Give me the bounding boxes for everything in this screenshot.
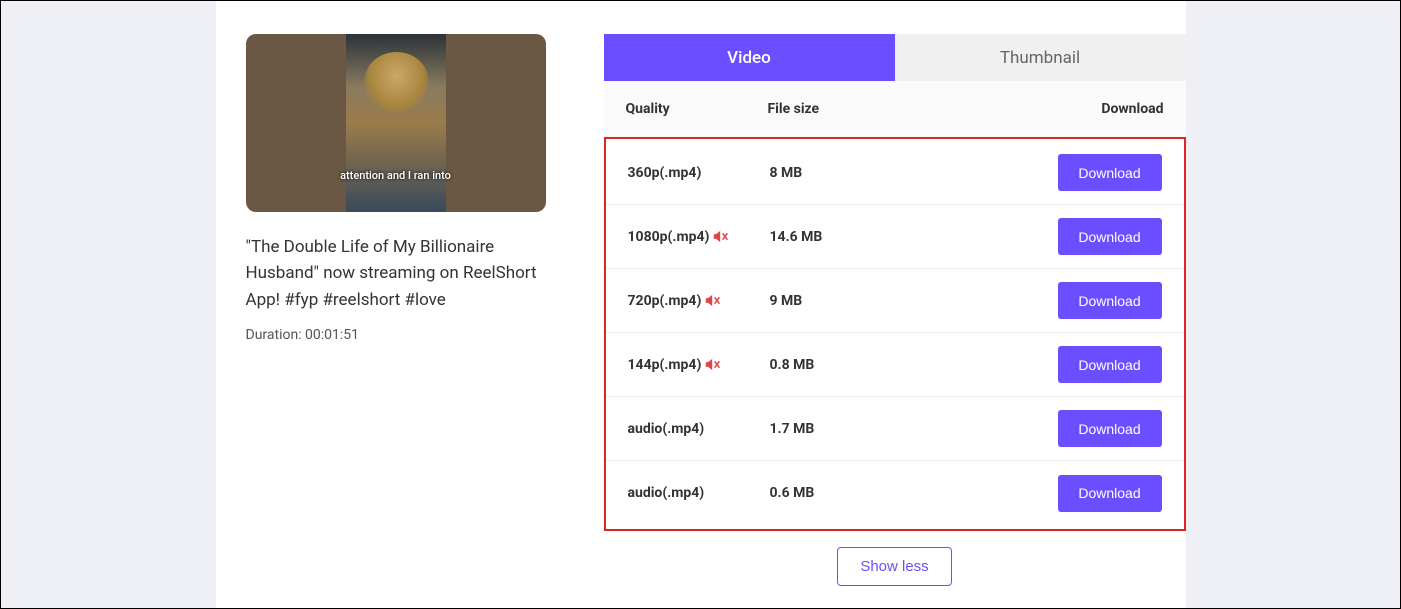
row-quality: 720p(.mp4): [628, 293, 770, 309]
row-quality: audio(.mp4): [628, 485, 770, 501]
header-quality: Quality: [626, 101, 768, 117]
row-size: 8 MB: [770, 165, 1052, 181]
download-button[interactable]: Download: [1058, 282, 1162, 319]
row-quality: 360p(.mp4): [628, 165, 770, 181]
row-quality: 1080p(.mp4): [628, 229, 770, 245]
row-download-cell: Download: [1052, 346, 1162, 383]
download-button[interactable]: Download: [1058, 154, 1162, 191]
table-row: 1080p(.mp4) 14.6 MB Download: [606, 205, 1184, 269]
row-quality: 144p(.mp4): [628, 357, 770, 373]
row-size: 9 MB: [770, 293, 1052, 309]
content-panel: attention and I ran into "The Double Lif…: [216, 1, 1186, 608]
left-column: attention and I ran into "The Double Lif…: [246, 34, 546, 608]
row-quality: audio(.mp4): [628, 421, 770, 437]
table-header: Quality File size Download: [604, 81, 1186, 137]
download-button[interactable]: Download: [1058, 475, 1162, 512]
quality-label: 144p(.mp4): [628, 357, 702, 373]
table-row: 720p(.mp4) 9 MB Download: [606, 269, 1184, 333]
quality-label: 1080p(.mp4): [628, 229, 710, 245]
quality-label: 720p(.mp4): [628, 293, 702, 309]
quality-label: audio(.mp4): [628, 421, 705, 437]
tab-thumbnail[interactable]: Thumbnail: [895, 34, 1186, 81]
header-download: Download: [1054, 101, 1164, 117]
download-button[interactable]: Download: [1058, 218, 1162, 255]
quality-label: audio(.mp4): [628, 485, 705, 501]
row-size: 14.6 MB: [770, 229, 1052, 245]
download-rows-highlight: 360p(.mp4) 8 MB Download 1080p(.mp4) 14.6 MB…: [604, 137, 1186, 531]
row-download-cell: Download: [1052, 154, 1162, 191]
table-row: 144p(.mp4) 0.8 MB Download: [606, 333, 1184, 397]
quality-label: 360p(.mp4): [628, 165, 702, 181]
row-download-cell: Download: [1052, 282, 1162, 319]
video-duration: Duration: 00:01:51: [246, 327, 546, 343]
thumbnail-caption: attention and I ran into: [246, 169, 546, 182]
row-size: 0.8 MB: [770, 357, 1052, 373]
download-table: Quality File size Download 360p(.mp4) 8 M…: [604, 81, 1186, 531]
mute-icon: [705, 294, 721, 307]
download-button[interactable]: Download: [1058, 346, 1162, 383]
mute-icon: [713, 230, 729, 243]
mute-icon: [705, 358, 721, 371]
right-column: Video Thumbnail Quality File size Downlo…: [604, 34, 1186, 608]
download-button[interactable]: Download: [1058, 410, 1162, 447]
video-title: "The Double Life of My Billionaire Husba…: [246, 234, 546, 313]
video-thumbnail[interactable]: attention and I ran into: [246, 34, 546, 212]
table-row: 360p(.mp4) 8 MB Download: [606, 141, 1184, 205]
row-download-cell: Download: [1052, 410, 1162, 447]
row-size: 1.7 MB: [770, 421, 1052, 437]
tabs: Video Thumbnail: [604, 34, 1186, 81]
show-less-button[interactable]: Show less: [837, 547, 951, 586]
row-size: 0.6 MB: [770, 485, 1052, 501]
thumbnail-art: [346, 34, 446, 212]
table-row: audio(.mp4) 1.7 MB Download: [606, 397, 1184, 461]
table-row: audio(.mp4) 0.6 MB Download: [606, 461, 1184, 525]
header-size: File size: [768, 101, 1054, 117]
tab-video[interactable]: Video: [604, 34, 895, 81]
row-download-cell: Download: [1052, 475, 1162, 512]
row-download-cell: Download: [1052, 218, 1162, 255]
